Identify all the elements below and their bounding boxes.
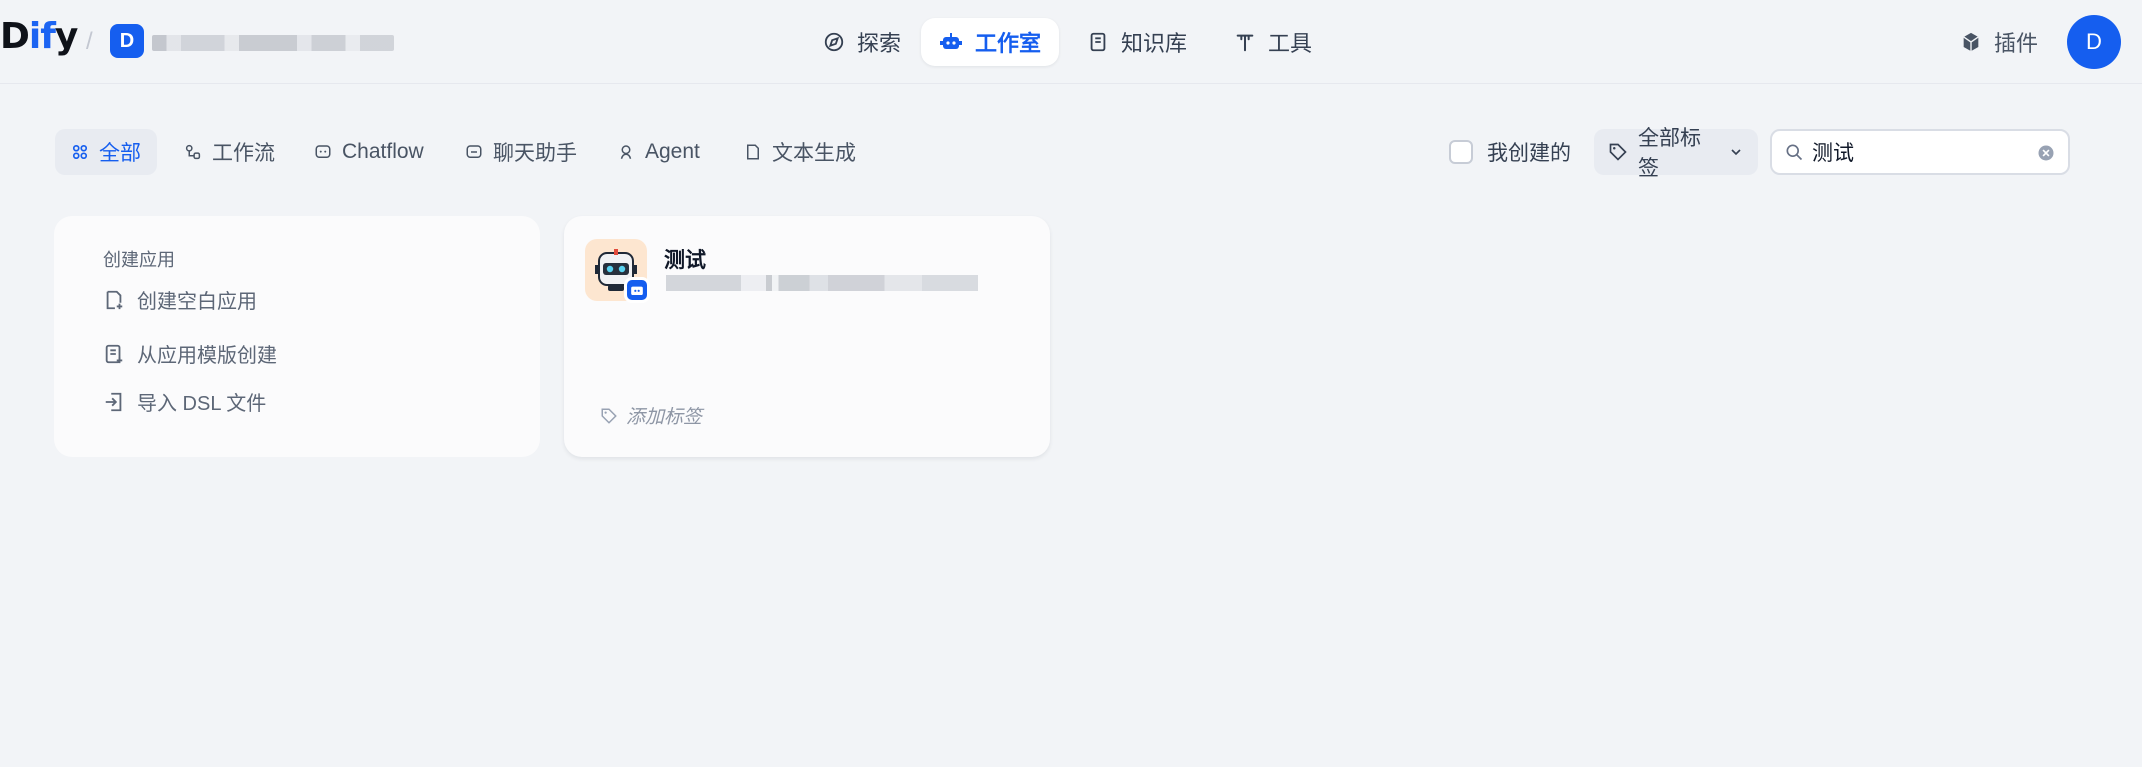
nav-explore[interactable]: 探索: [805, 18, 919, 66]
created-by-me-label: 我创建的: [1487, 142, 1571, 165]
top-header: Dify / D 探索 工作室 知识库 工具 插件 D: [0, 0, 2142, 84]
create-blank-app-label: 创建空白应用: [137, 291, 257, 313]
user-avatar[interactable]: D: [2067, 15, 2121, 69]
search-icon: [1784, 142, 1804, 162]
tag-icon: [1608, 142, 1628, 162]
tag-select-label: 全部标签: [1638, 127, 1701, 180]
plugins-label: 插件: [1994, 31, 2039, 56]
blank-app-icon: [103, 289, 125, 311]
chevron-down-icon: [1728, 144, 1744, 160]
import-dsl-file[interactable]: 导入 DSL 文件: [103, 387, 266, 416]
import-icon: [103, 391, 125, 413]
add-tag-label: 添加标签: [626, 407, 703, 428]
create-app-panel: 创建应用 创建空白应用 从应用模版创建 导入 DSL 文件: [54, 216, 540, 457]
nav-knowledge-label: 知识库: [1121, 31, 1188, 56]
create-from-template[interactable]: 从应用模版创建: [103, 339, 277, 368]
nav-explore-label: 探索: [857, 31, 902, 56]
tag-filter-select[interactable]: 全部标签: [1594, 127, 1758, 180]
compass-icon: [823, 31, 845, 53]
nav-studio[interactable]: 工作室: [921, 18, 1060, 66]
robot-icon: [939, 30, 963, 54]
filter-controls: 我创建的 全部标签: [0, 127, 2142, 180]
created-by-me-checkbox[interactable]: [1449, 140, 1473, 164]
nav-studio-label: 工作室: [975, 31, 1042, 56]
app-author-obscured: [666, 275, 978, 291]
import-dsl-label: 导入 DSL 文件: [137, 393, 267, 415]
clear-search-icon[interactable]: [2036, 143, 2056, 168]
create-from-template-label: 从应用模版创建: [137, 345, 277, 367]
created-by-me-filter[interactable]: 我创建的: [1449, 129, 1571, 175]
search-box[interactable]: [1770, 129, 2070, 175]
search-input[interactable]: [1812, 140, 2022, 164]
add-tag-button[interactable]: 添加标签: [600, 402, 702, 429]
agent-type-icon: [624, 277, 650, 303]
template-icon: [103, 343, 125, 365]
nav-tools-label: 工具: [1268, 31, 1313, 56]
main-nav: 探索 工作室 知识库 工具: [0, 18, 2142, 66]
book-icon: [1087, 31, 1109, 53]
nav-knowledge[interactable]: 知识库: [1069, 18, 1205, 66]
create-blank-app[interactable]: 创建空白应用: [103, 285, 257, 314]
plugins-button[interactable]: 插件: [1960, 22, 2038, 62]
create-app-title: 创建应用: [103, 250, 175, 270]
tag-icon: [600, 407, 618, 425]
nav-tools[interactable]: 工具: [1216, 18, 1330, 66]
hammer-icon: [1234, 31, 1256, 53]
app-name: 测试: [664, 249, 706, 272]
cube-icon: [1960, 31, 1982, 53]
app-card[interactable]: 测试 添加标签: [564, 216, 1050, 457]
